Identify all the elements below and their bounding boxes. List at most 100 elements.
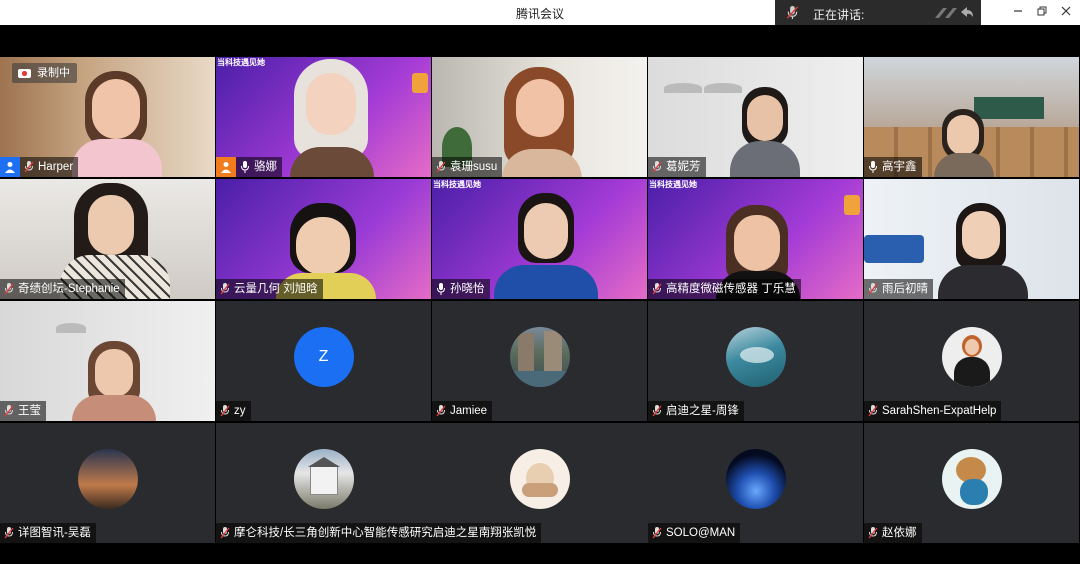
- recording-label: 录制中: [37, 67, 70, 79]
- participant-name-bar: 骆娜: [216, 157, 282, 177]
- title-bar: 腾讯会议 正在讲话:: [0, 0, 1080, 25]
- avatar-image: [725, 449, 786, 509]
- mic-icon: [437, 283, 445, 295]
- restore-icon: [1037, 6, 1047, 16]
- mic-muted-icon: [24, 161, 34, 173]
- speaking-indicator: 正在讲话:: [775, 0, 981, 25]
- participant-name: Jamiee: [450, 405, 488, 417]
- participant-name: 王莹: [18, 405, 41, 417]
- participant-name: SOLO@MAN: [666, 527, 736, 539]
- participant-name-bar: 葛妮芳: [648, 157, 706, 177]
- mic-muted-icon: [220, 405, 230, 417]
- participant-tile[interactable]: 云量几何 刘旭晗: [216, 179, 431, 299]
- participant-tile[interactable]: SOLO@MAN: [648, 423, 863, 543]
- avatar-image: [941, 449, 1002, 509]
- participant-tile[interactable]: 当科技遇见她 高精度微磁传感器 丁乐慧: [648, 179, 863, 299]
- participant-name: zy: [234, 405, 246, 417]
- mic-muted-icon: [436, 161, 446, 173]
- event-banner: 当科技遇见她: [649, 180, 697, 189]
- participant-tile[interactable]: 录制中 Harper: [0, 57, 215, 177]
- participant-body: [72, 395, 156, 421]
- participant-name: Harper: [38, 161, 74, 173]
- participant-body: [730, 141, 800, 177]
- avatar-image: [77, 449, 138, 509]
- participant-name-bar: 启迪之星-周锋: [648, 401, 744, 421]
- mic-muted-icon: [652, 405, 662, 417]
- participant-name-bar: 袁珊susu: [432, 157, 503, 177]
- participant-tile[interactable]: 袁珊susu: [432, 57, 647, 177]
- participant-name-bar: 详图智讯-吴磊: [0, 523, 96, 543]
- participant-name: 高宇鑫: [882, 161, 917, 173]
- avatar-image: [725, 327, 786, 387]
- mic-muted-icon: [4, 527, 14, 539]
- participant-name: 启迪之星南翔张凯悦: [432, 527, 537, 539]
- minimize-icon: [1014, 10, 1022, 12]
- participant-name: 雨后初晴: [882, 283, 928, 295]
- host-badge: [0, 157, 20, 177]
- participant-tile[interactable]: Jamiee: [432, 301, 647, 421]
- mic-muted-icon: [4, 283, 14, 295]
- mic-muted-icon: [436, 405, 446, 417]
- participant-tile[interactable]: 当科技遇见她 骆娜: [216, 57, 431, 177]
- participant-name-bar: SarahShen-ExpatHelp: [864, 401, 1002, 421]
- participant-face: [962, 211, 1000, 259]
- participant-tile[interactable]: 奇绩创坛-Stephanie: [0, 179, 215, 299]
- bottom-bar: [0, 543, 1080, 564]
- participant-tile[interactable]: 高宇鑫: [864, 57, 1079, 177]
- participant-name-bar: 高宇鑫: [864, 157, 922, 177]
- participant-tile[interactable]: 赵依娜: [864, 423, 1079, 543]
- avatar-image: [509, 327, 570, 387]
- participant-tile[interactable]: 葛妮芳: [648, 57, 863, 177]
- mic-icon: [869, 161, 877, 173]
- participant-tile[interactable]: 雨后初晴: [864, 179, 1079, 299]
- participant-name: 赵依娜: [882, 527, 917, 539]
- participant-tile[interactable]: 王莹: [0, 301, 215, 421]
- avatar-image: [294, 449, 354, 509]
- participant-body: [938, 265, 1028, 299]
- participant-name: SarahShen-ExpatHelp: [882, 405, 997, 417]
- participant-name-bar: 赵依娜: [864, 523, 922, 543]
- participant-tile[interactable]: Z zy: [216, 301, 431, 421]
- participant-name: 云量几何 刘旭晗: [234, 283, 318, 295]
- participant-grid: 录制中 Harper 当科技遇见她 骆娜 袁珊susu 葛妮芳 高宇鑫 奇绩创坛…: [0, 57, 1080, 543]
- participant-face: [516, 79, 564, 137]
- host-icon: [221, 162, 231, 173]
- participant-name-bar: 雨后初晴: [864, 279, 933, 299]
- participant-name-bar: SOLO@MAN: [648, 523, 741, 543]
- event-banner: 当科技遇见她: [217, 58, 265, 67]
- participant-name-bar: 摩仑科技/长三角创新中心智能传感研究 启迪之星南翔张凯悦: [216, 523, 542, 543]
- minimize-button[interactable]: [1006, 3, 1030, 22]
- participant-face: [747, 95, 783, 141]
- participant-name: 葛妮芳: [666, 161, 701, 173]
- participant-tile[interactable]: SarahShen-ExpatHelp: [864, 301, 1079, 421]
- mic-muted-icon: [220, 283, 230, 295]
- participant-tile[interactable]: 当科技遇见她 孙晓怡: [432, 179, 647, 299]
- participant-tile[interactable]: 启迪之星-周锋: [648, 301, 863, 421]
- participant-face: [88, 195, 134, 255]
- participant-face: [95, 349, 133, 397]
- participant-face: [306, 73, 356, 135]
- participant-tile[interactable]: 摩仑科技/长三角创新中心智能传感研究 启迪之星南翔张凯悦: [216, 423, 648, 543]
- participant-name-bar: Harper: [0, 157, 79, 177]
- restore-button[interactable]: [1030, 3, 1054, 22]
- mic-icon: [241, 161, 249, 173]
- mic-muted-icon: [786, 5, 799, 20]
- participant-tile[interactable]: 详图智讯-吴磊: [0, 423, 215, 543]
- mic-muted-icon: [220, 527, 230, 539]
- blackboard: [974, 97, 1044, 119]
- participant-name: 摩仑科技/长三角创新中心智能传感研究: [234, 527, 433, 539]
- close-button[interactable]: [1054, 3, 1078, 22]
- avatar-image: [941, 327, 1002, 387]
- participant-name: 奇绩创坛-Stephanie: [18, 283, 120, 295]
- mic-muted-icon: [868, 283, 878, 295]
- sofa: [864, 235, 924, 263]
- participant-name: 袁珊susu: [450, 161, 498, 173]
- speaker-waveform-icon: [935, 7, 973, 18]
- participant-name: 孙晓怡: [450, 283, 485, 295]
- participant-name-bar: 孙晓怡: [432, 279, 490, 299]
- participant-name-bar: 云量几何 刘旭晗: [216, 279, 323, 299]
- participant-name-bar: 高精度微磁传感器 丁乐慧: [648, 279, 801, 299]
- host-badge: [216, 157, 236, 177]
- participant-name: 骆娜: [254, 161, 277, 173]
- event-banner: 当科技遇见她: [433, 180, 481, 189]
